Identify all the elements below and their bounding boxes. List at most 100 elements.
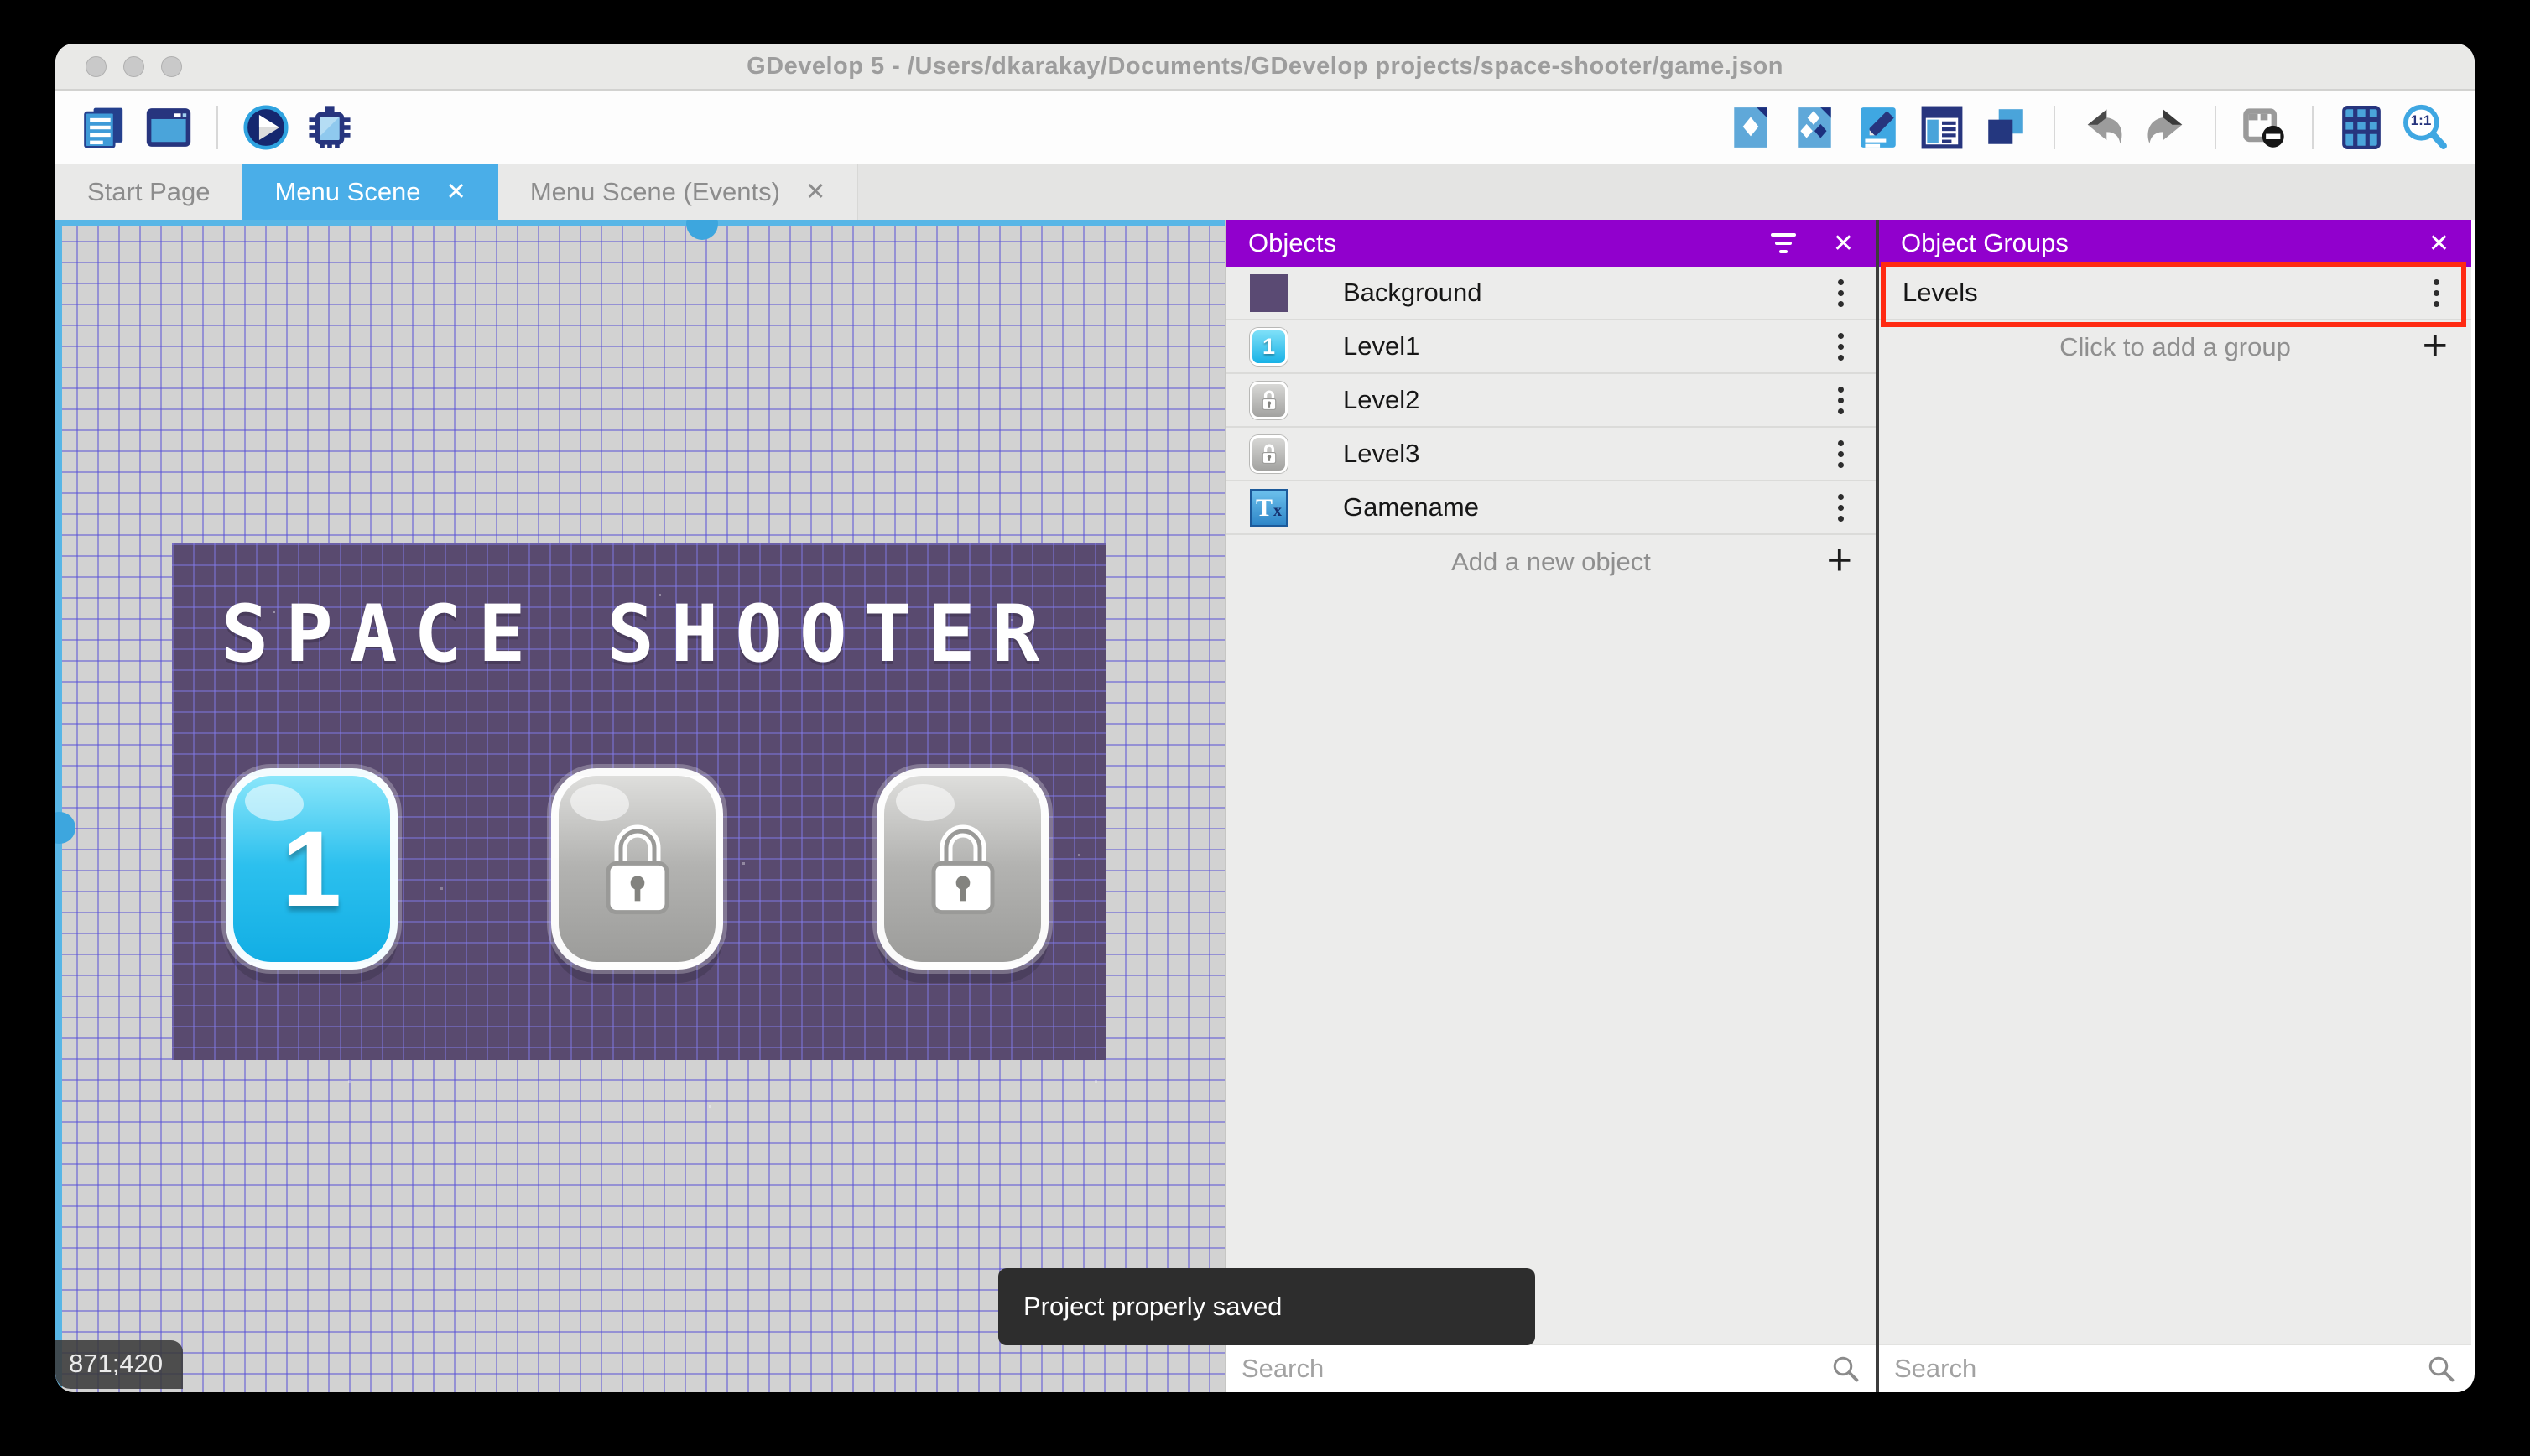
project-manager-button[interactable] [79, 100, 131, 155]
selection-handle-top[interactable] [686, 220, 718, 240]
toolbar-separator [2312, 105, 2314, 149]
level1-thumbnail: 1 [1250, 327, 1288, 366]
kebab-menu-icon[interactable] [1824, 489, 1857, 527]
object-label: Level3 [1343, 439, 1420, 468]
level1-number: 1 [281, 809, 342, 929]
open-layers-editor-button[interactable] [1980, 100, 2032, 155]
open-properties-button[interactable] [1852, 100, 1904, 155]
open-objects-editor-button[interactable] [1725, 100, 1777, 155]
groups-panel-header: Object Groups ✕ [1879, 220, 2471, 267]
level3-thumbnail [1250, 434, 1288, 473]
play-preview-button[interactable] [240, 100, 292, 155]
selection-handle-left[interactable] [55, 812, 75, 844]
redo-button[interactable] [2141, 100, 2193, 155]
game-title-text[interactable]: SPACE SHOOTER [172, 589, 1106, 680]
groups-panel-empty-area [1879, 374, 2471, 1344]
object-label: Gamename [1343, 492, 1479, 522]
add-group-label: Click to add a group [2059, 332, 2291, 361]
debug-button[interactable] [304, 100, 356, 155]
kebab-menu-icon[interactable] [1824, 274, 1857, 312]
filter-icon[interactable] [1770, 233, 1796, 253]
thumbnail-number: 1 [1262, 333, 1276, 359]
grid-icon [2342, 105, 2381, 149]
lock-icon [931, 824, 994, 915]
tab-label: Start Page [87, 176, 211, 206]
tab-start-page[interactable]: Start Page [55, 164, 243, 220]
object-row-level3[interactable]: Level3 [1226, 428, 1876, 481]
groups-search-input[interactable] [1894, 1354, 2426, 1384]
kebab-menu-icon[interactable] [2419, 274, 2453, 312]
open-object-groups-editor-button[interactable] [1788, 100, 1840, 155]
objects-panel-empty-area [1226, 589, 1876, 1344]
plus-icon: + [1826, 535, 1852, 585]
object-row-level1[interactable]: 1 Level1 [1226, 320, 1876, 374]
object-row-background[interactable]: Background [1226, 267, 1876, 320]
level-buttons-row: 1 [172, 768, 1106, 970]
object-label: Level1 [1343, 331, 1420, 361]
toggle-grid-button[interactable] [2335, 100, 2387, 155]
instances-list-icon [1921, 106, 1963, 148]
objects-editor-icon [1734, 107, 1767, 148]
object-label: Level2 [1343, 385, 1420, 414]
close-icon[interactable]: ✕ [446, 177, 466, 206]
main-content: SPACE SHOOTER 1 871;420 Objects ✕ Backgr… [55, 220, 2475, 1392]
traffic-lights [86, 44, 182, 89]
minimize-window-button[interactable] [123, 55, 144, 77]
toolbar: 1:1 [55, 91, 2475, 164]
play-icon [243, 104, 289, 150]
close-window-button[interactable] [86, 55, 107, 77]
close-icon[interactable]: ✕ [1833, 229, 1854, 258]
objects-search-input[interactable] [1242, 1354, 1830, 1384]
maximize-window-button[interactable] [161, 55, 182, 77]
project-manager-icon [84, 107, 123, 148]
open-instances-list-button[interactable] [1916, 100, 1968, 155]
group-row-levels[interactable]: Levels [1879, 267, 2471, 320]
level1-instance[interactable]: 1 [226, 768, 398, 970]
level2-instance[interactable] [551, 768, 723, 970]
gdevelop-window: GDevelop 5 - /Users/dkarakay/Documents/G… [55, 44, 2475, 1392]
groups-search-bar [1879, 1344, 2471, 1392]
scene-window-button[interactable] [143, 100, 195, 155]
object-groups-icon [1798, 107, 1831, 148]
layers-icon [1988, 108, 2023, 144]
object-row-gamename[interactable]: T x Gamename [1226, 481, 1876, 535]
background-instance[interactable]: SPACE SHOOTER 1 [172, 543, 1106, 1060]
lock-icon [1262, 390, 1276, 410]
toolbar-separator [2215, 105, 2216, 149]
zoom-original-button[interactable]: 1:1 [2399, 100, 2451, 155]
close-icon[interactable]: ✕ [805, 177, 825, 206]
plus-icon: + [2422, 320, 2448, 370]
close-icon[interactable]: ✕ [2428, 229, 2449, 258]
kebab-menu-icon[interactable] [1824, 328, 1857, 366]
tab-menu-scene-events[interactable]: Menu Scene (Events) ✕ [497, 164, 859, 220]
add-object-button[interactable]: Add a new object + [1226, 535, 1876, 589]
cursor-coordinates: 871;420 [55, 1340, 184, 1389]
undo-button[interactable] [2077, 100, 2129, 155]
properties-icon [1861, 107, 1896, 148]
object-row-level2[interactable]: Level2 [1226, 374, 1876, 428]
toast-notification: Project properly saved [998, 1268, 1535, 1345]
gamename-thumbnail: T x [1250, 488, 1288, 527]
level3-instance[interactable] [877, 768, 1049, 970]
tab-label: Menu Scene [274, 176, 421, 206]
groups-panel-title: Object Groups [1901, 228, 2069, 257]
objects-panel-header: Objects ✕ [1226, 220, 1876, 267]
kebab-menu-icon[interactable] [1824, 435, 1857, 473]
render-options-icon [2243, 107, 2284, 148]
scene-canvas[interactable]: SPACE SHOOTER 1 871;420 [55, 220, 1225, 1392]
objects-panel: Objects ✕ Background 1 Level1 Level2 Lev… [1225, 220, 1876, 1392]
add-group-button[interactable]: Click to add a group + [1879, 320, 2471, 374]
selection-edge-left [55, 220, 62, 1392]
lock-icon [606, 824, 669, 915]
add-object-label: Add a new object [1451, 547, 1651, 576]
window-title: GDevelop 5 - /Users/dkarakay/Documents/G… [747, 52, 1783, 80]
debug-icon [309, 105, 351, 148]
kebab-menu-icon[interactable] [1824, 382, 1857, 419]
objects-panel-title: Objects [1248, 228, 1337, 257]
search-icon [1833, 1356, 1859, 1382]
background-thumbnail [1250, 273, 1288, 312]
tab-menu-scene[interactable]: Menu Scene ✕ [242, 164, 498, 220]
render-options-button[interactable] [2238, 100, 2290, 155]
title-bar: GDevelop 5 - /Users/dkarakay/Documents/G… [55, 44, 2475, 91]
scene-window-icon [146, 107, 191, 147]
